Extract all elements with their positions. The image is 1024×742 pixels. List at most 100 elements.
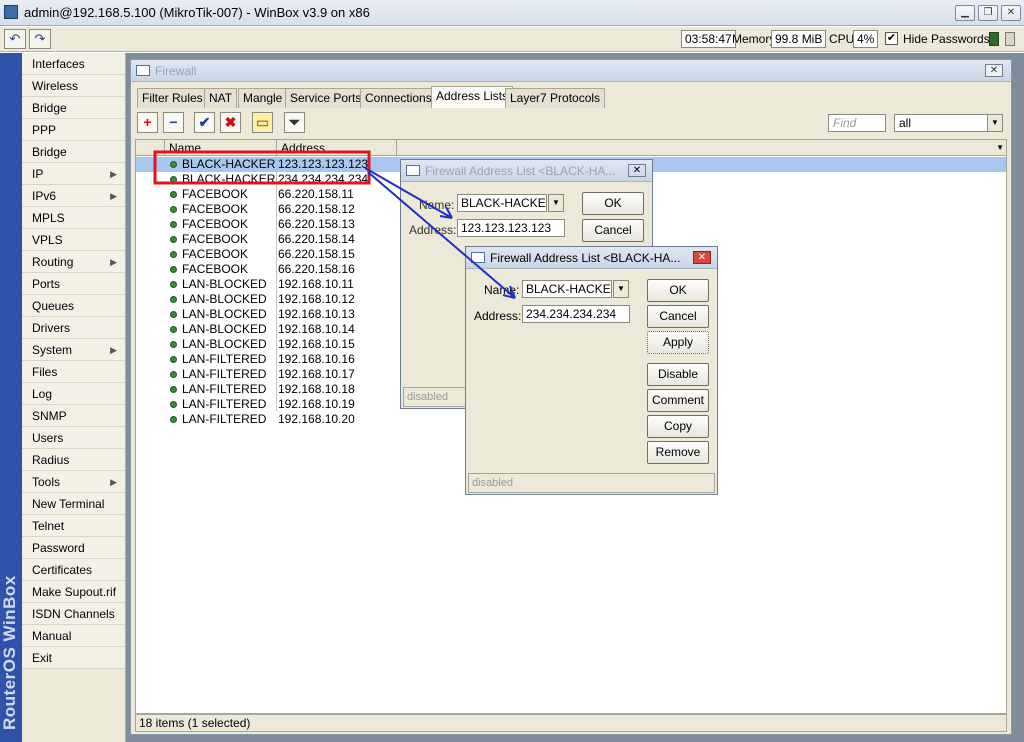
sidebar-item-ipv6[interactable]: IPv6 ▶ [22,185,125,207]
name-field[interactable]: BLACK-HACKER [457,194,547,212]
sidebar-item-certificates[interactable]: Certificates [22,559,125,581]
remove-button[interactable]: − [163,112,184,133]
lock-open-icon [1005,32,1015,46]
sidebar-item-manual[interactable]: Manual [22,625,125,647]
sidebar-item-system[interactable]: System ▶ [22,339,125,361]
name-dropdown-icon[interactable]: ▼ [548,194,564,212]
x-icon: ✖ [224,114,237,130]
minimize-button[interactable]: ▁ [955,5,975,21]
sidebar-item-make-supout-rif[interactable]: Make Supout.rif [22,581,125,603]
cancel-button[interactable]: Cancel [647,305,709,328]
cell-name: FACEBOOK [182,247,249,261]
sidebar-item-ip[interactable]: IP ▶ [22,163,125,185]
tab-layer7-protocols[interactable]: Layer7 Protocols [505,88,606,108]
sidebar-item-drivers[interactable]: Drivers [22,317,125,339]
cell-address: 66.220.158.16 [278,262,355,276]
sidebar-item-password[interactable]: Password [22,537,125,559]
dialog-front-titlebar[interactable]: Firewall Address List <BLACK-HA... ✕ [466,247,717,269]
tab-service-ports[interactable]: Service Ports [285,88,367,108]
cell-address: 192.168.10.19 [278,397,355,411]
sidebar-menu: Interfaces Wireless Bridge PPP Bridge IP ▶ IPv6… [22,53,126,742]
sidebar-item-mpls[interactable]: MPLS [22,207,125,229]
enable-button[interactable]: ✔ [194,112,215,133]
tab-nat[interactable]: NAT [204,88,238,108]
sidebar-item-label: Make Supout.rif [32,585,117,599]
disable-button[interactable]: ✖ [220,112,241,133]
find-input[interactable]: Find [828,114,886,132]
sidebar-item-ppp[interactable]: PPP [22,119,125,141]
redo-button[interactable]: ↷ [29,29,51,49]
status-dot-icon [170,326,177,333]
sidebar-item-label: IP [32,167,44,181]
column-header-blank[interactable] [136,140,165,156]
apply-button[interactable]: Apply [647,331,709,354]
ok-button[interactable]: OK [647,279,709,302]
sidebar-item-queues[interactable]: Queues [22,295,125,317]
cell-name: LAN-FILTERED [182,382,267,396]
cell-name: LAN-BLOCKED [182,307,267,321]
tab-mangle[interactable]: Mangle [238,88,288,108]
hide-passwords-checkbox[interactable]: ✔ [885,32,898,45]
name-field[interactable]: BLACK-HACKER [522,280,612,298]
sidebar-item-vpls[interactable]: VPLS [22,229,125,251]
tab-address-lists[interactable]: Address Lists [431,86,514,108]
filter-select[interactable]: all ▼ [894,114,1003,132]
cell-address: 192.168.10.18 [278,382,355,396]
column-header-address[interactable]: Address [277,140,397,156]
sidebar-item-bridge[interactable]: Bridge [22,97,125,119]
dialog-front-close-button[interactable]: ✕ [693,251,711,264]
address-field[interactable]: 234.234.234.234 [522,305,630,323]
address-field[interactable]: 123.123.123.123 [457,219,565,237]
sidebar-item-isdn-channels[interactable]: ISDN Channels [22,603,125,625]
sidebar-item-radius[interactable]: Radius [22,449,125,471]
sidebar-item-label: SNMP [32,409,67,423]
status-dot-icon [170,206,177,213]
sidebar-item-label: Interfaces [32,57,85,71]
name-dropdown-icon[interactable]: ▼ [613,280,629,298]
sidebar-item-wireless[interactable]: Wireless [22,75,125,97]
sidebar-item-tools[interactable]: Tools ▶ [22,471,125,493]
cell-name: LAN-BLOCKED [182,337,267,351]
sidebar-item-log[interactable]: Log [22,383,125,405]
firewall-close-button[interactable]: ✕ [985,64,1003,77]
window-icon [406,165,420,176]
ok-button[interactable]: OK [582,192,644,215]
cancel-button[interactable]: Cancel [582,219,644,242]
column-header-name[interactable]: Name [165,140,277,156]
comment-button[interactable]: Comment [647,389,709,412]
checkmark-icon: ✔ [198,114,211,130]
sidebar-item-label: Users [32,431,64,445]
close-window-button[interactable]: ✕ [1001,5,1021,21]
sidebar-item-routing[interactable]: Routing ▶ [22,251,125,273]
cell-name: LAN-BLOCKED [182,322,267,336]
sidebar-item-interfaces[interactable]: Interfaces [22,53,125,75]
sidebar-item-bridge[interactable]: Bridge [22,141,125,163]
dialog-front-status: disabled [468,473,715,493]
tab-filter-rules[interactable]: Filter Rules [137,88,208,108]
hide-passwords-label: Hide Passwords [903,32,990,46]
sidebar-item-telnet[interactable]: Telnet [22,515,125,537]
maximize-button[interactable]: ❐ [978,5,998,21]
sidebar-item-snmp[interactable]: SNMP [22,405,125,427]
undo-button[interactable]: ↶ [4,29,26,49]
disable-button[interactable]: Disable [647,363,709,386]
submenu-arrow-icon: ▶ [110,191,117,201]
cell-address: 66.220.158.14 [278,232,355,246]
firewall-titlebar[interactable]: Firewall ✕ [131,60,1011,82]
sidebar-item-files[interactable]: Files [22,361,125,383]
remove-button[interactable]: Remove [647,441,709,464]
sidebar-item-new-terminal[interactable]: New Terminal [22,493,125,515]
dialog-back-close-button[interactable]: ✕ [628,164,646,177]
copy-button[interactable]: Copy [647,415,709,438]
sidebar-item-ports[interactable]: Ports [22,273,125,295]
sidebar-item-users[interactable]: Users [22,427,125,449]
columns-dropdown-icon[interactable]: ▼ [996,140,1004,156]
add-button[interactable]: + [137,112,158,133]
dialog-back-titlebar[interactable]: Firewall Address List <BLACK-HA... ✕ [401,160,652,182]
filter-button[interactable]: ⏷ [284,112,305,133]
sidebar-item-exit[interactable]: Exit [22,647,125,669]
address-list-dialog-front: Firewall Address List <BLACK-HA... ✕ Nam… [465,246,718,495]
table-header: Name Address ▼ [136,140,1006,156]
comment-button[interactable]: ▭ [252,112,273,133]
tab-connections[interactable]: Connections [360,88,437,108]
